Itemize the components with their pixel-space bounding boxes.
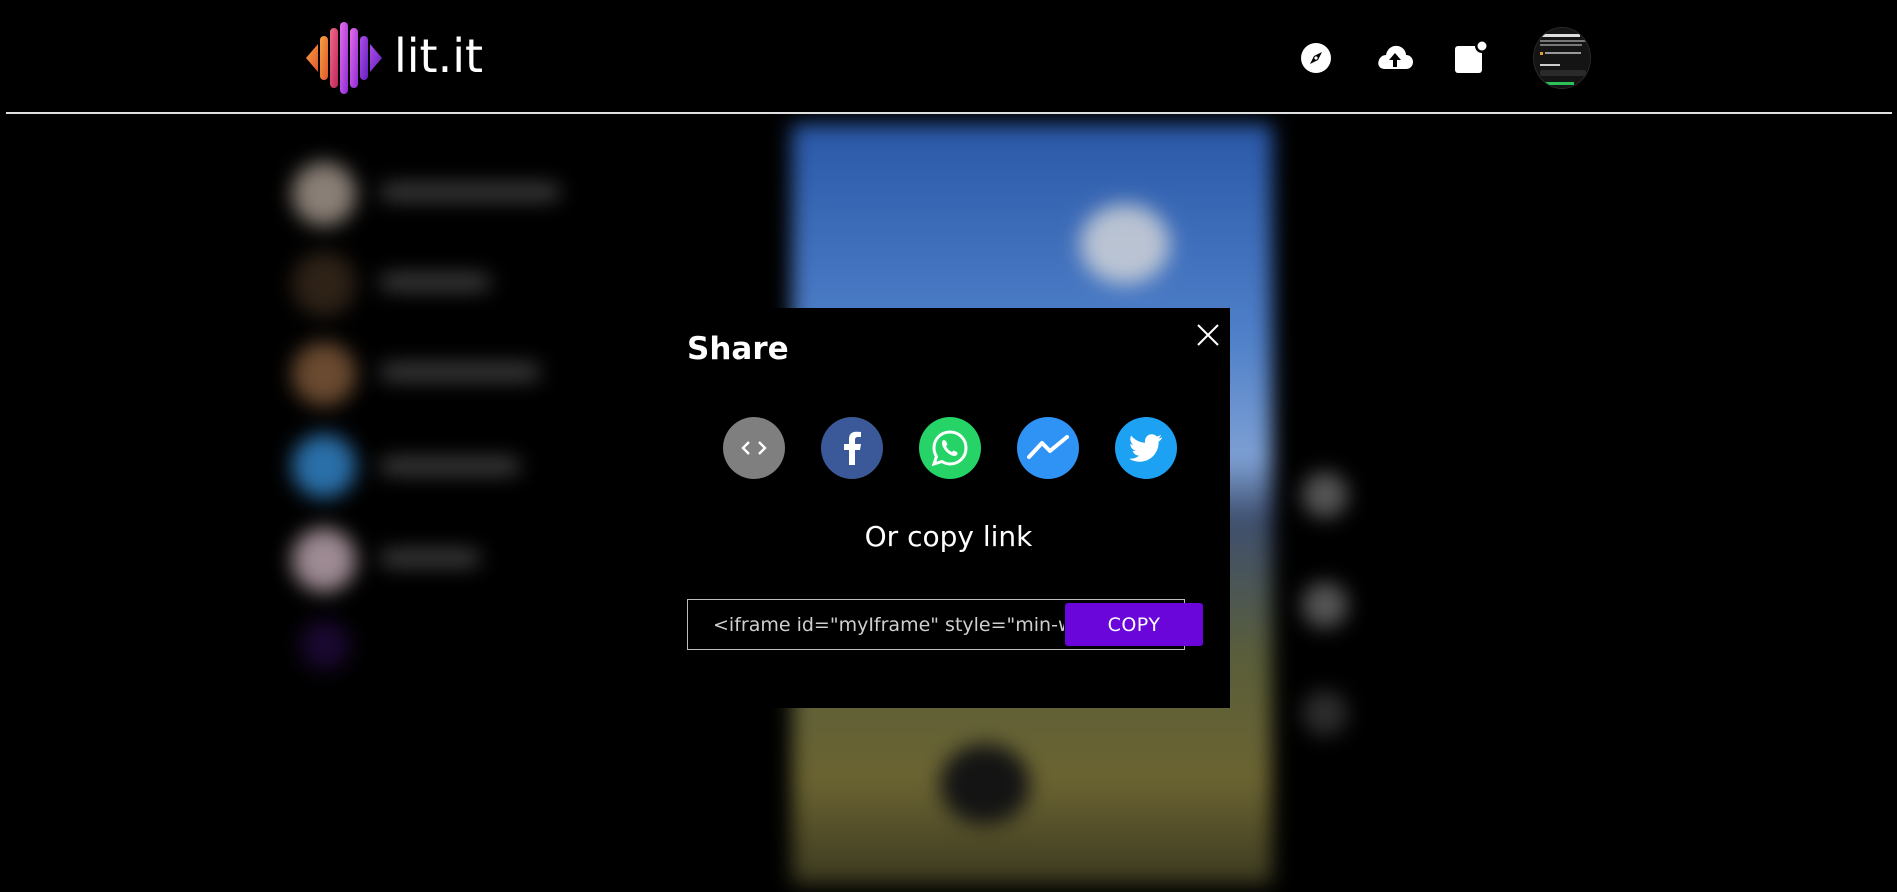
facebook-share-button[interactable]	[821, 417, 883, 479]
whatsapp-share-button[interactable]	[919, 417, 981, 479]
bg-action-button	[1302, 582, 1348, 628]
close-icon	[1197, 324, 1219, 346]
top-header: lit.it	[0, 0, 1897, 114]
bg-video-highlight	[1080, 204, 1170, 284]
bg-text-line	[380, 550, 480, 566]
bg-text-line	[380, 184, 560, 200]
embed-link-input[interactable]	[689, 601, 1064, 648]
bg-avatar	[292, 162, 356, 226]
brand-name[interactable]: lit.it	[394, 26, 483, 86]
embed-share-button[interactable]	[723, 417, 785, 479]
twitter-icon	[1129, 434, 1162, 462]
whatsapp-icon	[931, 430, 968, 467]
close-button[interactable]	[1193, 320, 1223, 350]
twitter-share-button[interactable]	[1115, 417, 1177, 479]
bg-action-button	[1302, 472, 1348, 518]
page: lit.it Share Or copy link <iframe id="my…	[0, 0, 1897, 892]
cloud-upload-icon[interactable]	[1375, 40, 1415, 76]
bg-avatar	[292, 528, 356, 592]
header-divider	[6, 112, 1892, 114]
notification-icon[interactable]	[1452, 40, 1488, 76]
bg-video-shadow	[940, 744, 1030, 824]
share-modal: Share Or copy link <iframe id="myIframe"…	[667, 308, 1230, 708]
code-icon	[741, 441, 767, 455]
user-avatar[interactable]	[1533, 27, 1591, 89]
bg-text-line	[380, 274, 490, 290]
bg-text-line	[380, 364, 540, 380]
modal-title: Share	[687, 331, 789, 367]
brand-logo-icon[interactable]	[304, 20, 384, 96]
bg-avatar	[292, 252, 356, 316]
messenger-icon	[1027, 435, 1069, 459]
bg-text-line	[380, 458, 520, 474]
facebook-icon	[844, 431, 861, 465]
bg-action-button	[1302, 690, 1348, 736]
copy-button[interactable]: COPY	[1065, 603, 1203, 646]
bg-avatar	[292, 342, 356, 406]
messenger-share-button[interactable]	[1017, 417, 1079, 479]
compass-icon[interactable]	[1298, 40, 1334, 76]
bg-avatar	[300, 620, 350, 670]
copy-link-heading: Or copy link	[864, 520, 1033, 553]
bg-avatar	[292, 434, 356, 498]
